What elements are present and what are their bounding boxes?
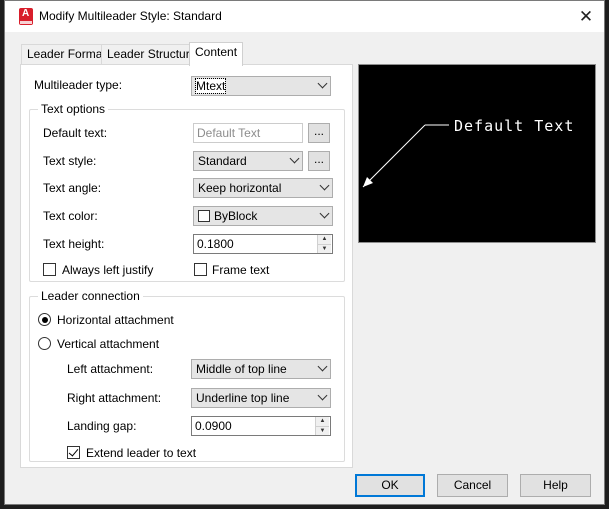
chevron-down-icon xyxy=(317,390,328,401)
text-color-value: ByBlock xyxy=(214,209,258,223)
right-attachment-value: Underline top line xyxy=(196,391,290,405)
chevron-down-icon xyxy=(319,208,330,219)
text-options-title: Text options xyxy=(38,102,109,116)
text-angle-label: Text angle: xyxy=(43,181,102,195)
chevron-down-icon xyxy=(317,78,328,89)
tab-leader-format[interactable]: Leader Format xyxy=(21,44,112,65)
extend-leader-checkbox[interactable] xyxy=(67,446,80,459)
landing-gap-spinner[interactable]: ▲ ▼ xyxy=(315,417,329,435)
dialog-title: Modify Multileader Style: Standard xyxy=(39,9,222,23)
chevron-down-icon xyxy=(317,361,328,372)
frame-text-label: Frame text xyxy=(212,263,270,277)
text-style-value: Standard xyxy=(198,154,247,168)
vertical-attachment-radio[interactable] xyxy=(38,337,51,350)
spin-up-icon[interactable]: ▲ xyxy=(318,235,331,244)
title-bar: A Modify Multileader Style: Standard ✕ xyxy=(5,1,604,32)
multileader-type-dropdown[interactable]: Mtext xyxy=(191,76,331,96)
default-text-label: Default text: xyxy=(43,126,108,140)
text-height-spinner[interactable]: ▲ ▼ xyxy=(317,235,331,253)
content-panel: Multileader type: Mtext Text options Def… xyxy=(20,64,353,468)
text-color-dropdown[interactable]: ByBlock xyxy=(193,206,333,226)
multileader-type-label: Multileader type: xyxy=(34,78,123,92)
text-height-field[interactable]: 0.1800 ▲ ▼ xyxy=(193,234,333,254)
right-attachment-dropdown[interactable]: Underline top line xyxy=(191,388,331,408)
text-style-label: Text style: xyxy=(43,154,97,168)
help-button[interactable]: Help xyxy=(520,474,591,497)
tab-content[interactable]: Content xyxy=(189,42,244,66)
chevron-down-icon xyxy=(319,180,330,191)
text-height-value: 0.1800 xyxy=(197,237,234,251)
vertical-attachment-label: Vertical attachment xyxy=(57,337,160,351)
multileader-type-value: Mtext xyxy=(194,78,227,94)
close-button[interactable]: ✕ xyxy=(569,2,603,31)
preview-canvas: Default Text xyxy=(362,117,574,188)
extend-leader-label: Extend leader to text xyxy=(86,446,197,460)
text-options-group: Text options Default text: Default Text … xyxy=(29,102,345,282)
ok-button[interactable]: OK xyxy=(355,474,425,497)
text-style-browse-button[interactable]: ... xyxy=(308,151,330,171)
text-height-label: Text height: xyxy=(43,237,105,251)
text-angle-dropdown[interactable]: Keep horizontal xyxy=(193,178,333,198)
preview-pane: Default Text xyxy=(358,64,596,243)
landing-gap-value: 0.0900 xyxy=(195,419,232,433)
always-left-justify-label: Always left justify xyxy=(62,263,154,277)
text-color-label: Text color: xyxy=(43,209,98,223)
leader-connection-group: Leader connection Horizontal attachment … xyxy=(29,289,345,462)
right-attachment-label: Right attachment: xyxy=(67,391,162,405)
autocad-app-icon: A xyxy=(19,8,33,25)
spin-down-icon[interactable]: ▼ xyxy=(318,244,331,253)
chevron-down-icon xyxy=(289,153,300,164)
leader-connection-title: Leader connection xyxy=(38,289,143,303)
color-swatch xyxy=(198,210,210,222)
cancel-button[interactable]: Cancel xyxy=(437,474,508,497)
leader-line xyxy=(362,124,426,188)
default-text-field[interactable]: Default Text xyxy=(193,123,303,143)
spin-down-icon[interactable]: ▼ xyxy=(316,426,329,435)
landing-gap-field[interactable]: 0.0900 ▲ ▼ xyxy=(191,416,331,436)
text-angle-value: Keep horizontal xyxy=(198,181,282,195)
dialog-window: A Modify Multileader Style: Standard ✕ L… xyxy=(4,0,605,505)
left-attachment-value: Middle of top line xyxy=(196,362,287,376)
preview-text: Default Text xyxy=(454,117,574,135)
spin-up-icon[interactable]: ▲ xyxy=(316,417,329,426)
default-text-browse-button[interactable]: ... xyxy=(308,123,330,143)
tab-leader-structure[interactable]: Leader Structure xyxy=(101,44,203,65)
landing-gap-label: Landing gap: xyxy=(67,419,137,433)
always-left-justify-checkbox[interactable] xyxy=(43,263,56,276)
frame-text-checkbox[interactable] xyxy=(194,263,207,276)
horizontal-attachment-radio[interactable] xyxy=(38,313,51,326)
left-attachment-dropdown[interactable]: Middle of top line xyxy=(191,359,331,379)
text-style-dropdown[interactable]: Standard xyxy=(193,151,303,171)
horizontal-attachment-label: Horizontal attachment xyxy=(57,313,174,327)
left-attachment-label: Left attachment: xyxy=(67,362,154,376)
